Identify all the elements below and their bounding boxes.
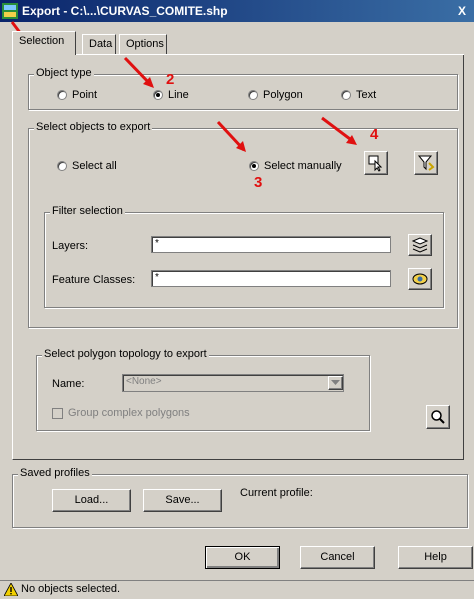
- annotation-number-3: 3: [254, 174, 263, 191]
- annotation-number-2: 2: [166, 71, 175, 88]
- annotation-overlay: [10, 21, 357, 152]
- annotation-arrow-4: [321, 116, 355, 144]
- annotation-number-4: 4: [370, 126, 379, 143]
- tab-selection[interactable]: Selection: [12, 31, 76, 55]
